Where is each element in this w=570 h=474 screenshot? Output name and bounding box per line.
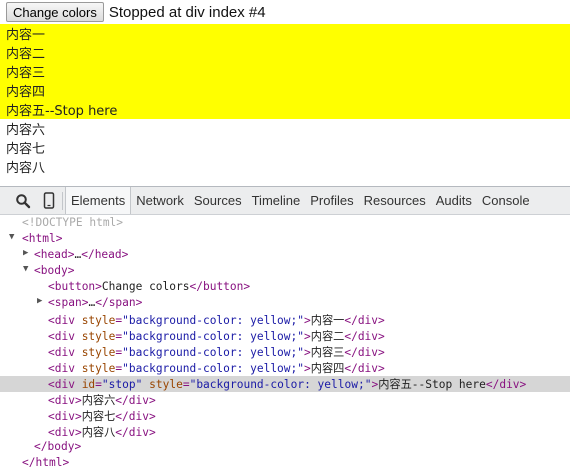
dom-tree: <!DOCTYPE html> ▼ <html> ▶ <head>…</head… (0, 216, 570, 472)
content-row-5-stop: 内容五--Stop here (0, 100, 570, 119)
collapsed-triangle-icon[interactable]: ▶ (37, 296, 42, 306)
dom-doctype[interactable]: <!DOCTYPE html> (0, 216, 570, 232)
content-row-8: 内容八 (6, 161, 46, 176)
dom-node-html[interactable]: ▼ <html> (0, 232, 570, 248)
devtools-toolbar: Elements Network Sources Timeline Profil… (0, 186, 570, 215)
rendered-page: Change colors Stopped at div index #4 内容… (0, 0, 570, 186)
dom-node-body-close[interactable]: </body> (0, 440, 570, 456)
dom-node-div-3[interactable]: <div style="background-color: yellow;">内… (0, 344, 570, 360)
content-row-4: 内容四 (0, 81, 570, 100)
search-icon[interactable] (8, 187, 38, 214)
dom-node-div-1[interactable]: <div style="background-color: yellow;">内… (0, 312, 570, 328)
expanded-triangle-icon[interactable]: ▼ (23, 264, 28, 274)
dom-node-div-2[interactable]: <div style="background-color: yellow;">内… (0, 328, 570, 344)
dom-node-head[interactable]: ▶ <head>…</head> (0, 248, 570, 264)
content-row-6: 内容六 (6, 123, 46, 138)
dom-node-body[interactable]: ▼ <body> (0, 264, 570, 280)
tab-audits[interactable]: Audits (431, 187, 477, 214)
dom-node-div-8[interactable]: <div>内容八</div> (0, 424, 570, 440)
dom-node-html-close[interactable]: </html> (0, 456, 570, 472)
devtools-panel: Elements Network Sources Timeline Profil… (0, 186, 570, 474)
content-row-3: 内容三 (0, 62, 570, 81)
dom-node-div-6[interactable]: <div>内容六</div> (0, 392, 570, 408)
collapsed-triangle-icon[interactable]: ▶ (23, 248, 28, 258)
dom-node-div-stop-selected[interactable]: <div id="stop" style="background-color: … (0, 376, 570, 392)
dom-node-span[interactable]: ▶ <span>…</span> (0, 296, 570, 312)
tab-console[interactable]: Console (477, 187, 535, 214)
toolbar-divider (62, 191, 63, 210)
tab-profiles[interactable]: Profiles (305, 187, 358, 214)
change-colors-button[interactable]: Change colors (6, 2, 104, 22)
device-mode-icon[interactable] (38, 187, 60, 214)
status-text: Stopped at div index #4 (108, 3, 266, 21)
content-row-2: 内容二 (0, 43, 570, 62)
tab-network[interactable]: Network (131, 187, 189, 214)
content-row-1: 内容一 (0, 24, 570, 43)
doctype-text: <!DOCTYPE html> (22, 216, 124, 229)
tab-sources[interactable]: Sources (189, 187, 247, 214)
tab-elements[interactable]: Elements (65, 187, 132, 214)
dom-node-div-7[interactable]: <div>内容七</div> (0, 408, 570, 424)
tab-resources[interactable]: Resources (359, 187, 431, 214)
dom-node-button[interactable]: <button>Change colors</button> (0, 280, 570, 296)
tab-timeline[interactable]: Timeline (247, 187, 306, 214)
content-row-7: 内容七 (6, 142, 46, 157)
page-toolbar: Change colors Stopped at div index #4 (0, 0, 570, 24)
expanded-triangle-icon[interactable]: ▼ (9, 232, 14, 242)
content-rows: 内容一 内容二 内容三 内容四 内容五--Stop here 内容六 内容七 内… (0, 24, 570, 176)
dom-node-div-4[interactable]: <div style="background-color: yellow;">内… (0, 360, 570, 376)
